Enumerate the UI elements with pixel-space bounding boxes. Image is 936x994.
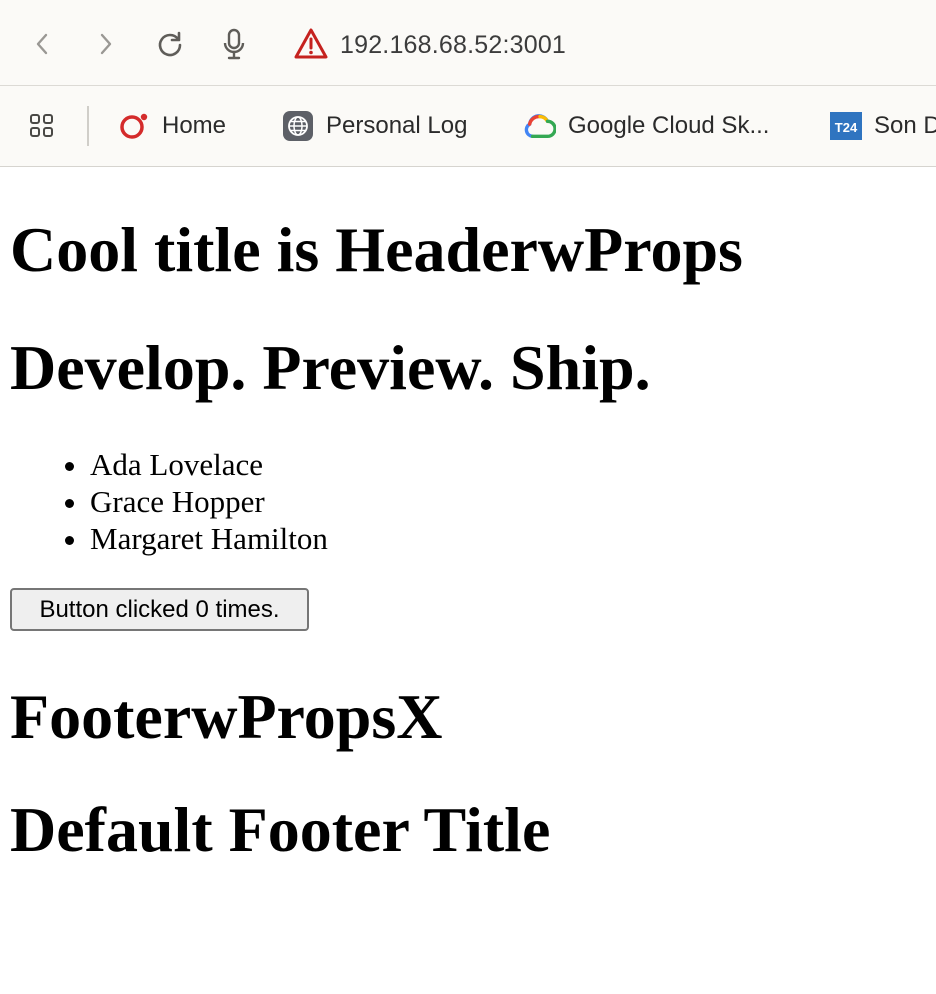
opera-icon <box>118 110 150 142</box>
bookmark-son-d[interactable]: T24 Son D <box>830 108 936 144</box>
microphone-icon[interactable] <box>216 26 252 62</box>
google-cloud-icon <box>524 110 556 142</box>
bookmark-label: Home <box>162 112 227 139</box>
browser-toolbar: 192.168.68.52:3001 <box>0 0 936 86</box>
reload-icon[interactable] <box>152 26 188 62</box>
forward-icon[interactable] <box>88 26 124 62</box>
list-item: Ada Lovelace <box>90 446 328 483</box>
bookmarks-divider <box>87 106 89 146</box>
address-bar[interactable]: 192.168.68.52:3001 <box>340 29 566 61</box>
bookmark-label: Google Cloud Sk... <box>568 112 770 139</box>
list-item: Margaret Hamilton <box>90 520 328 557</box>
t24-icon: T24 <box>830 110 862 142</box>
bookmark-home[interactable]: Home <box>118 108 226 144</box>
header-title: Cool title is HeaderwProps <box>10 214 743 285</box>
bookmark-google-cloud[interactable]: Google Cloud Sk... <box>524 108 769 144</box>
tagline-heading: Develop. Preview. Ship. <box>10 332 651 403</box>
apps-grid-icon[interactable] <box>28 112 56 140</box>
back-icon[interactable] <box>24 26 60 62</box>
bookmark-personal-log[interactable]: Personal Log <box>282 108 467 144</box>
names-list: Ada Lovelace Grace Hopper Margaret Hamil… <box>10 446 328 557</box>
warning-icon[interactable] <box>294 28 328 60</box>
globe-icon <box>282 110 314 142</box>
list-item: Grace Hopper <box>90 483 328 520</box>
footer-title: FooterwPropsX <box>10 681 443 752</box>
click-counter-button[interactable]: Button clicked 0 times. <box>10 588 309 631</box>
footer-default-title: Default Footer Title <box>10 794 551 865</box>
bookmark-label: Son D <box>874 112 936 139</box>
bookmark-label: Personal Log <box>326 112 468 139</box>
t24-badge-text: T24 <box>835 120 858 135</box>
